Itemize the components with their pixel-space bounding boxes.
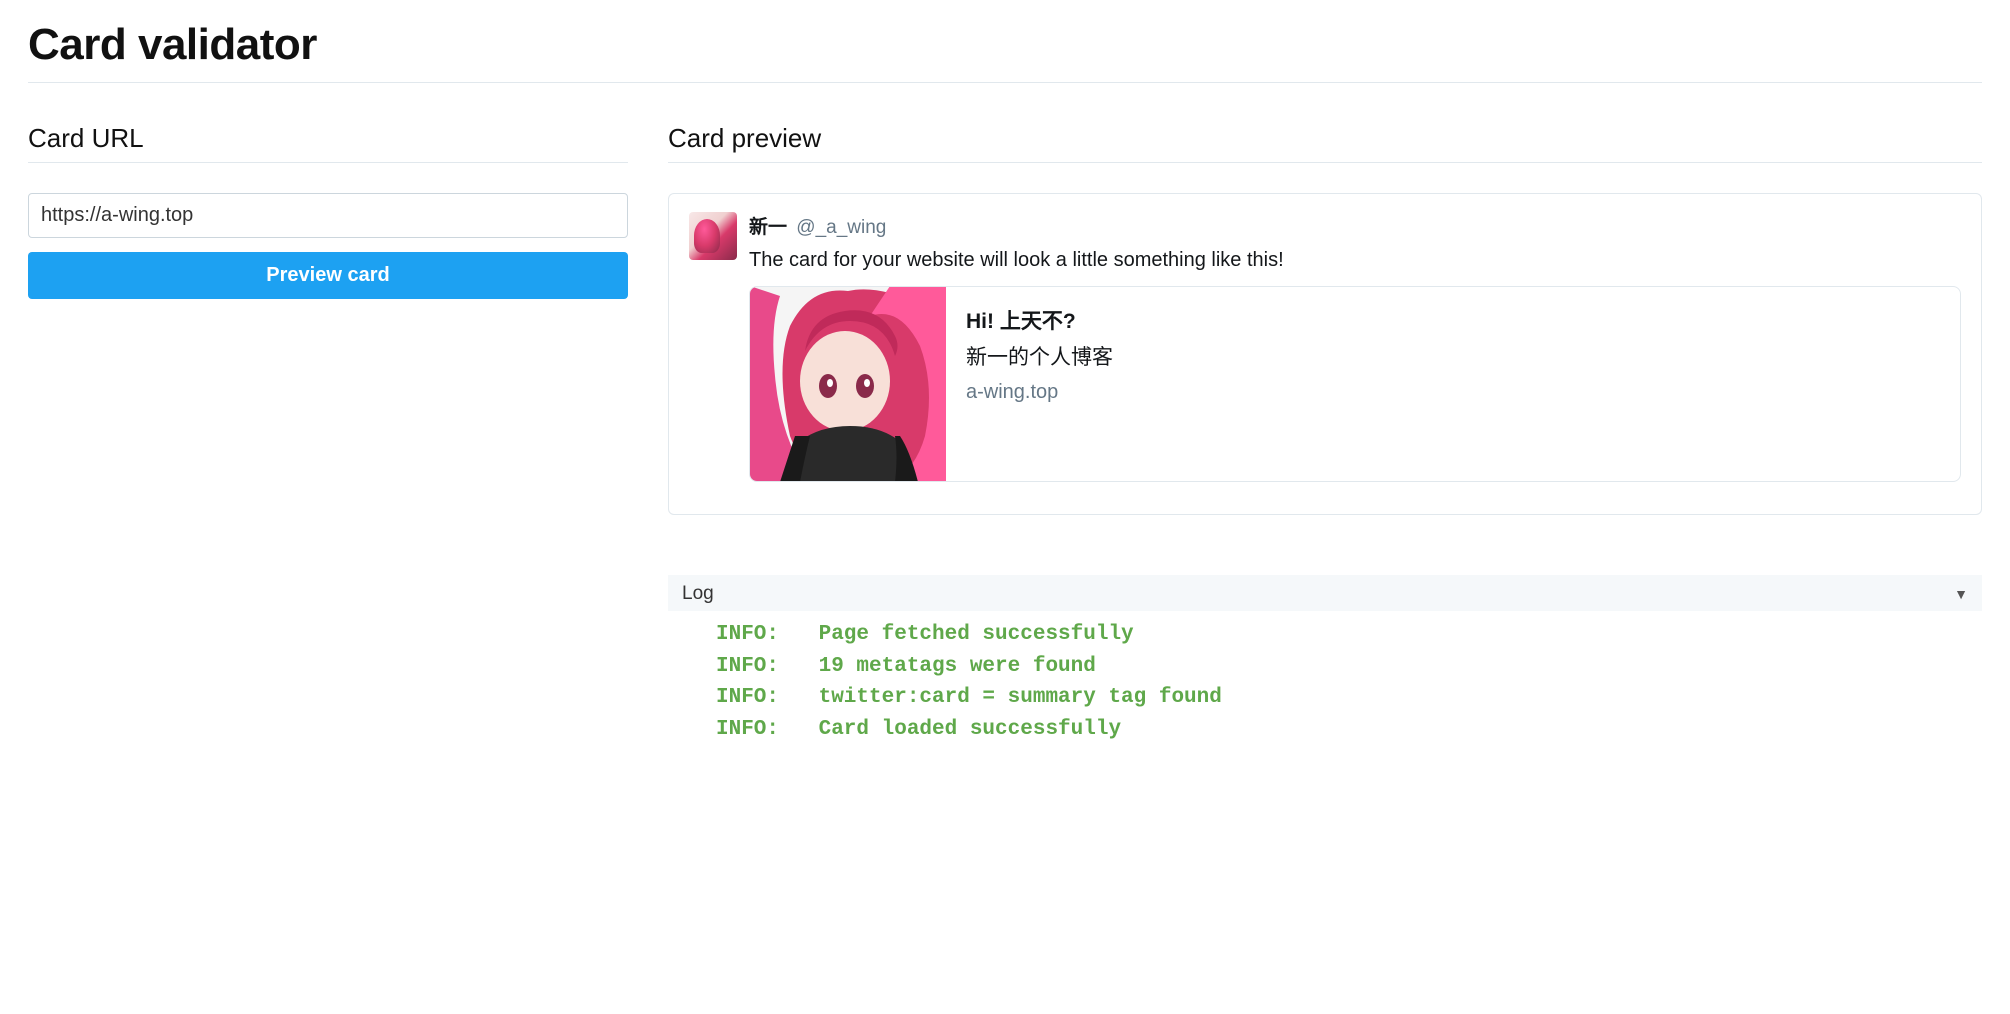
log-section: Log ▼ INFO: Page fetched successfullyINF… — [668, 575, 1982, 745]
page-title: Card validator — [28, 20, 1982, 70]
card-url-section: Card URL Preview card — [28, 123, 628, 299]
log-line: INFO: twitter:card = summary tag found — [716, 682, 1968, 714]
card-info: Hi! 上天不? 新一的个人博客 a-wing.top — [946, 287, 1960, 481]
tweet-header: 新一 @_a_wing The card for your website wi… — [689, 212, 1961, 482]
title-divider — [28, 82, 1982, 83]
log-line: INFO: Page fetched successfully — [716, 619, 1968, 651]
card-url-input[interactable] — [28, 193, 628, 238]
card-url-divider — [28, 162, 628, 163]
card-preview-divider — [668, 162, 1982, 163]
summary-card[interactable]: Hi! 上天不? 新一的个人博客 a-wing.top — [749, 286, 1961, 482]
card-thumbnail — [750, 287, 946, 481]
card-url-heading: Card URL — [28, 123, 628, 154]
tweet-body: 新一 @_a_wing The card for your website wi… — [749, 212, 1961, 482]
log-header[interactable]: Log ▼ — [668, 575, 1982, 611]
log-line: INFO: 19 metatags were found — [716, 651, 1968, 683]
log-body: INFO: Page fetched successfullyINFO: 19 … — [668, 611, 1982, 745]
author-line: 新一 @_a_wing — [749, 212, 1961, 239]
log-line: INFO: Card loaded successfully — [716, 714, 1968, 746]
card-title: Hi! 上天不? — [966, 305, 1940, 335]
card-preview-heading: Card preview — [668, 123, 1982, 154]
card-description: 新一的个人博客 — [966, 341, 1940, 371]
card-preview-section: Card preview 新一 @_a_wing The card for yo… — [668, 123, 1982, 745]
card-domain: a-wing.top — [966, 381, 1940, 404]
author-name: 新一 — [749, 217, 787, 238]
chevron-down-icon: ▼ — [1954, 586, 1968, 602]
author-handle: @_a_wing — [796, 217, 886, 238]
avatar — [689, 212, 737, 260]
card-preview-box: 新一 @_a_wing The card for your website wi… — [668, 193, 1982, 515]
preview-card-button[interactable]: Preview card — [28, 252, 628, 299]
log-header-label: Log — [682, 583, 714, 605]
tweet-text: The card for your website will look a li… — [749, 249, 1961, 272]
main-columns: Card URL Preview card Card preview 新一 @_… — [28, 123, 1982, 745]
